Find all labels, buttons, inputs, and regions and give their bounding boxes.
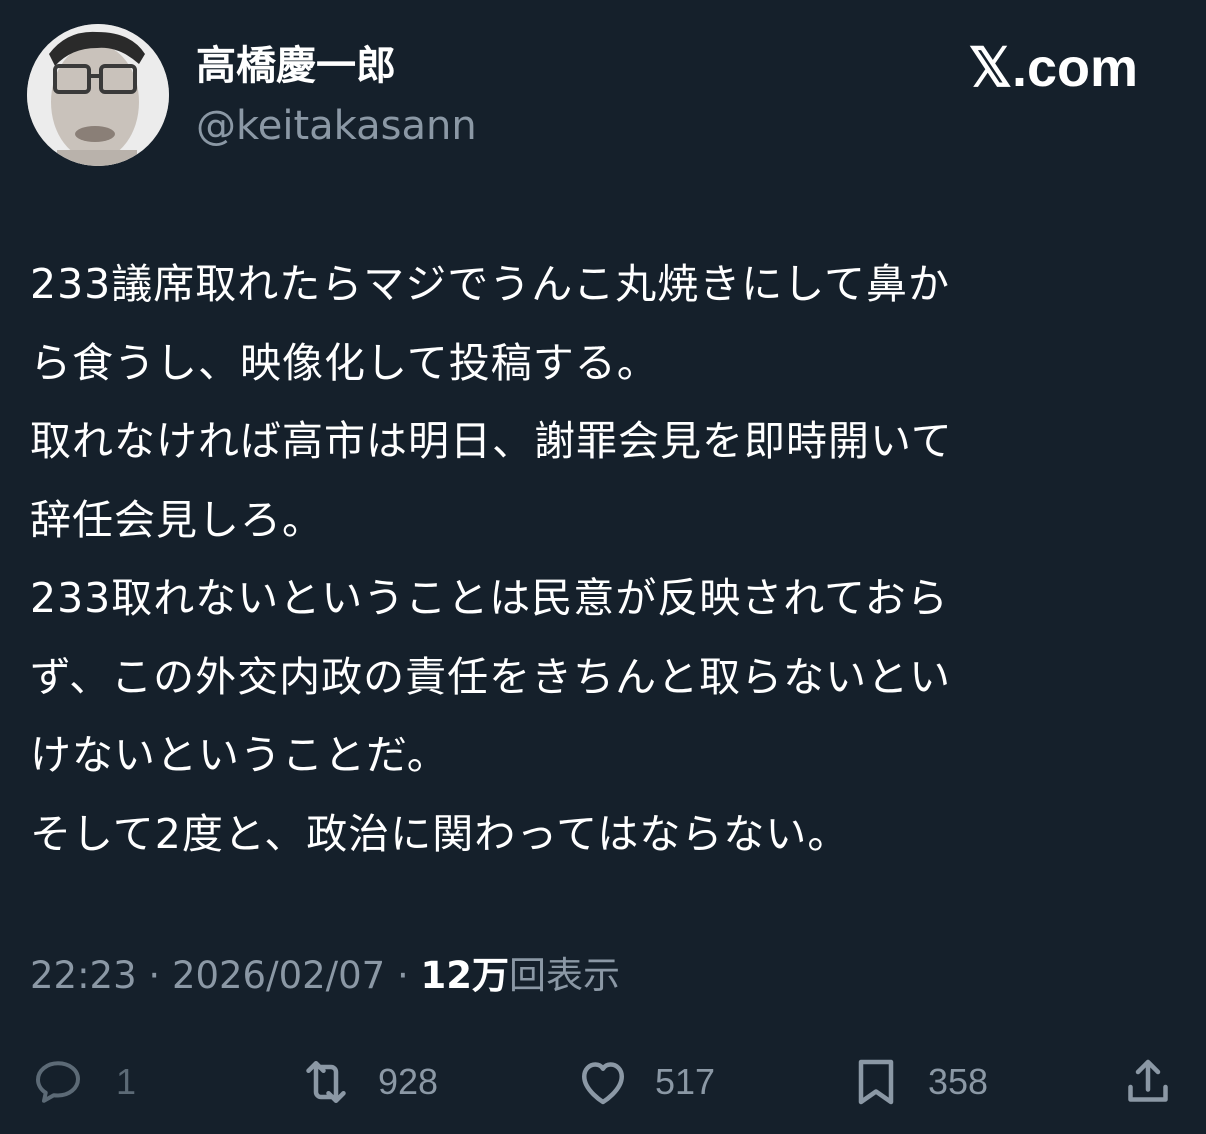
tweet-meta: 22:23 · 2026/02/07 · 12万回表示 xyxy=(30,948,620,1004)
profile-photo-icon xyxy=(27,24,169,166)
meta-separator: · xyxy=(136,954,172,997)
reply-button[interactable]: 1 xyxy=(28,1050,136,1114)
tweet-line: ら食うし、映像化して投稿する。 xyxy=(30,338,659,387)
bookmark-icon xyxy=(858,1059,894,1105)
views-count: 12万 xyxy=(420,954,510,997)
author-display-name[interactable]: 高橋慶一郎 xyxy=(196,38,396,94)
bookmark-button[interactable]: 358 xyxy=(846,1050,988,1114)
reply-icon xyxy=(36,1061,80,1103)
tweet-time[interactable]: 22:23 xyxy=(30,954,137,997)
x-logo: 𝕏.com xyxy=(968,38,1138,98)
tweet-date[interactable]: 2026/02/07 xyxy=(172,954,385,997)
avatar[interactable] xyxy=(27,24,169,166)
views-label: 回表示 xyxy=(509,954,620,997)
retweet-button[interactable]: 928 xyxy=(296,1050,438,1114)
share-icon xyxy=(1128,1059,1168,1102)
reply-count: 1 xyxy=(116,1061,137,1102)
tweet-line: けないということだ。 xyxy=(30,731,449,779)
tweet-actions: 1 928 517 358 xyxy=(28,1050,1178,1114)
like-button[interactable]: 517 xyxy=(573,1050,715,1114)
tweet-line: 取れなければ高市は明日、謝罪会見を即時開いて xyxy=(30,417,953,465)
heart-icon xyxy=(582,1062,624,1105)
retweet-count: 928 xyxy=(378,1061,439,1102)
tweet-line: ず、この外交内政の責任をきちんと取らないとい xyxy=(30,652,952,701)
tweet-line: 辞任会見しろ。 xyxy=(30,495,324,544)
retweet-icon xyxy=(306,1061,346,1103)
tweet-line: そして2度と、政治に関わってはならない。 xyxy=(30,809,850,858)
meta-separator: · xyxy=(385,954,421,997)
bookmark-count: 358 xyxy=(928,1061,989,1102)
share-button[interactable] xyxy=(1118,1050,1178,1114)
tweet-text: 233議席取れたらマジでうんこ丸焼きにして鼻か ら食うし、映像化して投稿する。 … xyxy=(30,245,1170,873)
author-handle[interactable]: @keitakasann xyxy=(196,100,477,152)
like-count: 517 xyxy=(655,1061,716,1102)
tweet-line: 233議席取れたらマジでうんこ丸焼きにして鼻か xyxy=(30,260,951,308)
tweet-line: 233取れないということは民意が反映されておら xyxy=(30,574,949,622)
